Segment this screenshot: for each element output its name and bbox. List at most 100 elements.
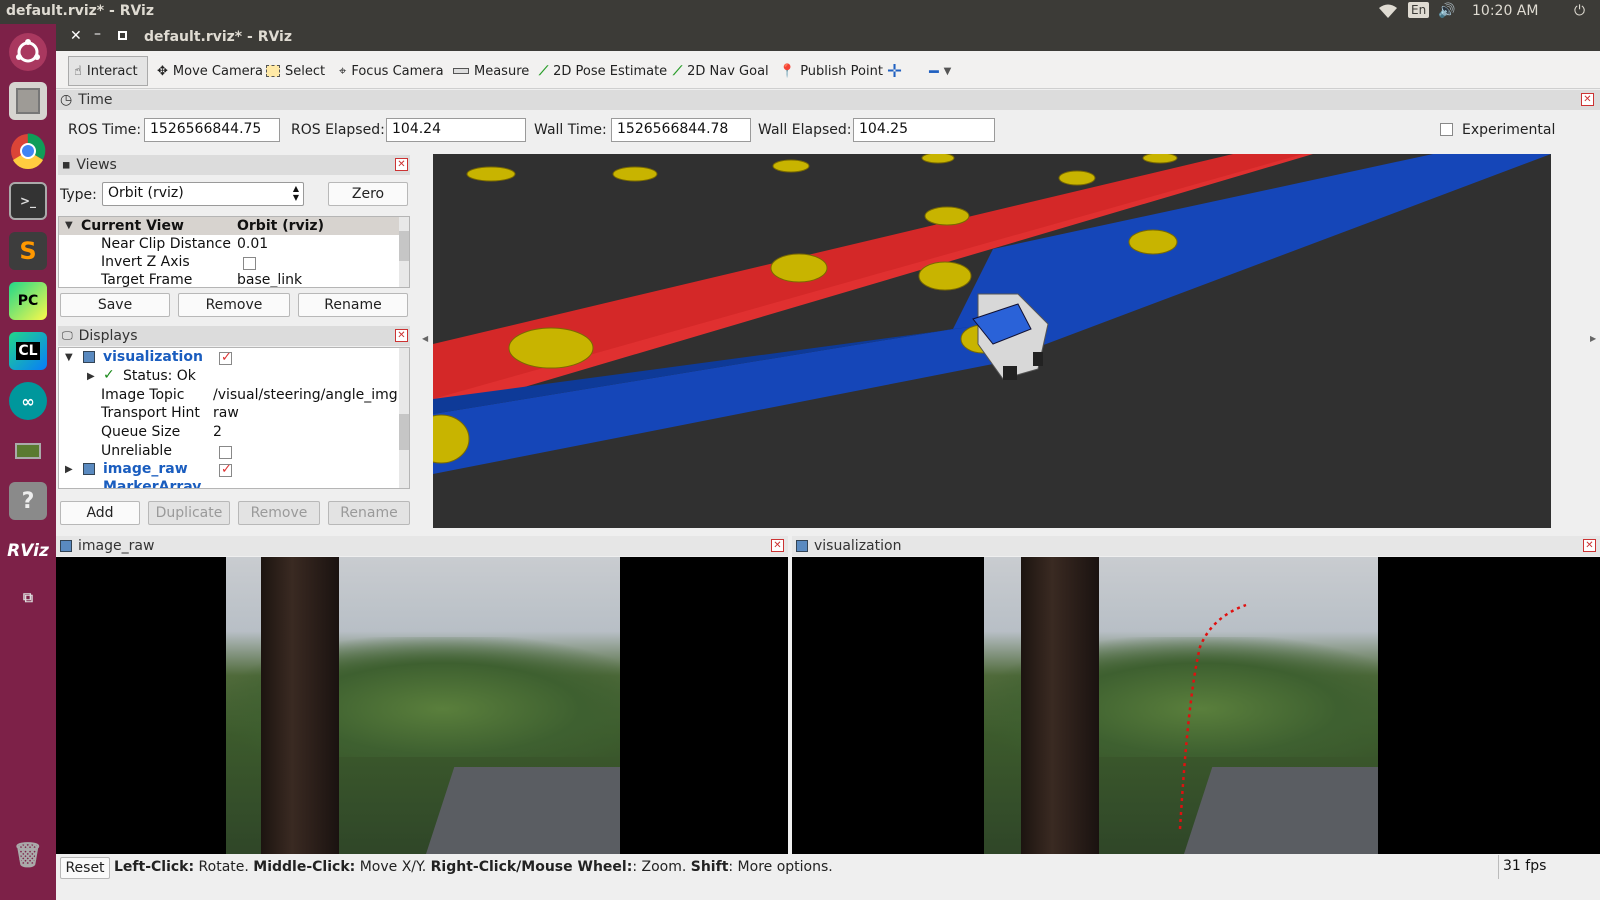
property-name: Invert Z Axis [101, 254, 190, 270]
view-properties-tree: ▼ Current View Orbit (rviz) Near Clip Di… [58, 216, 410, 288]
image-raw-panel-header: image_raw ✕ [56, 536, 788, 556]
expand-arrow-icon[interactable]: ▼ [65, 220, 73, 231]
wall-time-field[interactable]: 1526566844.78 [611, 118, 751, 142]
close-visualization-panel-button[interactable]: ✕ [1583, 539, 1596, 552]
visualization-display[interactable]: visualization [103, 349, 203, 368]
wall-time-label: Wall Time: [534, 122, 607, 138]
move-camera-tool-button[interactable]: ✥ Move Camera [152, 56, 268, 86]
minimize-window-icon[interactable]: – [94, 26, 101, 42]
expand-arrow-icon[interactable]: ▶ [87, 371, 95, 382]
add-tool-button[interactable]: ✛ [882, 56, 907, 86]
camera-image-with-steering-overlay [984, 557, 1378, 854]
active-window-title: default.rviz* - RViz [6, 3, 155, 19]
system-monitor-icon[interactable] [9, 432, 47, 470]
scrollbar[interactable] [399, 348, 409, 488]
keyboard-layout-indicator[interactable]: En [1408, 2, 1430, 18]
pycharm-icon[interactable]: PC [9, 282, 47, 320]
publish-point-tool-button[interactable]: 📍 Publish Point [774, 56, 888, 86]
expand-arrow-icon[interactable]: ▶ [65, 464, 73, 475]
duplicate-display-button[interactable]: Duplicate [148, 501, 230, 525]
rviz-window: ✕ – default.rviz* - RViz ☝ Interact ✥ Move… [56, 24, 1600, 900]
remove-view-button[interactable]: Remove [178, 293, 290, 317]
close-time-panel-button[interactable]: ✕ [1581, 93, 1594, 106]
camera-image [226, 557, 620, 854]
power-icon[interactable]: ⏻ [1574, 3, 1585, 19]
image-raw-enabled-checkbox[interactable] [219, 464, 232, 477]
measure-tool-button[interactable]: Measure [448, 56, 534, 86]
property-name: Queue Size [101, 424, 181, 440]
select-tool-button[interactable]: Select [261, 56, 330, 86]
arduino-icon[interactable]: ∞ [9, 382, 47, 420]
window-title: default.rviz* - RViz [144, 29, 293, 45]
nav-goal-tool-button[interactable]: ⟋ 2D Nav Goal [668, 56, 774, 86]
rviz-icon[interactable]: RViz [7, 532, 49, 570]
help-icon[interactable]: ? [9, 482, 47, 520]
expand-arrow-icon[interactable]: ▼ [65, 352, 73, 363]
ruler-icon [453, 68, 469, 74]
close-views-panel-button[interactable]: ✕ [395, 158, 408, 171]
marker-array-display[interactable]: MarkerArray [103, 479, 201, 488]
property-value[interactable]: 2 [213, 424, 222, 443]
unreliable-checkbox[interactable] [219, 446, 232, 459]
ros-time-label: ROS Time: [68, 122, 142, 138]
focus-camera-tool-button[interactable]: ⌖ Focus Camera [334, 56, 449, 86]
volume-icon[interactable]: 🔊 [1438, 3, 1455, 19]
window-titlebar: ✕ – default.rviz* - RViz [56, 24, 1600, 51]
clion-icon[interactable]: CL [9, 332, 47, 370]
ubuntu-dash-icon[interactable] [9, 33, 47, 71]
wifi-icon[interactable] [1378, 3, 1398, 23]
property-value[interactable]: /visual/steering/angle_img [213, 387, 398, 406]
monitor-icon: 🖵 [62, 329, 73, 342]
close-image-raw-panel-button[interactable]: ✕ [771, 539, 784, 552]
move-arrows-icon: ✥ [157, 63, 168, 79]
collapse-right-arrow-icon[interactable]: ▶ [1590, 334, 1596, 343]
terminal-icon[interactable]: >_ [9, 182, 47, 220]
scrollbar[interactable] [399, 217, 409, 287]
ros-elapsed-field[interactable]: 104.24 [386, 118, 526, 142]
workspace-switcher-icon[interactable]: ⧉ [9, 579, 47, 617]
files-icon[interactable] [9, 82, 47, 120]
property-value[interactable]: raw [213, 405, 239, 424]
rename-display-button[interactable]: Rename [328, 501, 410, 525]
visualization-enabled-checkbox[interactable] [219, 352, 232, 365]
property-value[interactable]: 0.01 [237, 236, 268, 255]
image-display-icon [83, 351, 95, 363]
maximize-window-icon[interactable] [118, 31, 127, 40]
ros-elapsed-label: ROS Elapsed: [291, 122, 385, 138]
interact-tool-button[interactable]: ☝ Interact [68, 56, 148, 86]
sublime-text-icon[interactable]: S [9, 232, 47, 270]
chrome-icon[interactable] [9, 132, 47, 170]
current-view-header-row[interactable]: ▼ Current View Orbit (rviz) [59, 217, 401, 235]
save-view-button[interactable]: Save [60, 293, 170, 317]
visualization-panel-header: visualization ✕ [792, 536, 1600, 556]
image-display-icon [60, 540, 72, 552]
property-value[interactable]: base_link [237, 272, 302, 287]
wall-elapsed-field[interactable]: 104.25 [853, 118, 995, 142]
status-bar: Reset Left-Click: Rotate. Middle-Click: … [56, 854, 1600, 900]
hand-pointer-icon: ☝ [74, 63, 82, 79]
close-displays-panel-button[interactable]: ✕ [395, 329, 408, 342]
view-type-select[interactable]: Orbit (rviz) ▲ ▼ [102, 182, 304, 206]
image-raw-display[interactable]: image_raw [103, 461, 188, 480]
focus-crosshair-icon: ⌖ [339, 63, 347, 79]
clock[interactable]: 10:20 AM [1472, 3, 1538, 19]
rename-view-button[interactable]: Rename [298, 293, 408, 317]
property-name: Transport Hint [101, 405, 200, 421]
plus-icon: ✛ [887, 60, 903, 82]
chevron-down-icon: ▼ [943, 65, 952, 77]
add-display-button[interactable]: Add [60, 501, 140, 525]
close-window-icon[interactable]: ✕ [70, 28, 82, 44]
collapse-left-arrow-icon[interactable]: ◀ [422, 334, 428, 343]
remove-display-button[interactable]: Remove [238, 501, 320, 525]
experimental-label: Experimental [1462, 122, 1556, 138]
status-text[interactable]: Status: Ok [123, 368, 196, 387]
zero-view-button[interactable]: Zero [328, 182, 408, 206]
3d-render-viewport[interactable] [433, 154, 1551, 528]
remove-tool-button[interactable]: ━ ▼ [924, 56, 956, 86]
experimental-checkbox[interactable] [1440, 123, 1453, 136]
invert-z-checkbox[interactable] [243, 257, 256, 270]
trash-icon[interactable]: 🗑 [9, 836, 47, 874]
reset-button[interactable]: Reset [60, 857, 110, 879]
ros-time-field[interactable]: 1526566844.75 [144, 118, 280, 142]
pose-estimate-tool-button[interactable]: ⟋ 2D Pose Estimate [534, 56, 672, 86]
